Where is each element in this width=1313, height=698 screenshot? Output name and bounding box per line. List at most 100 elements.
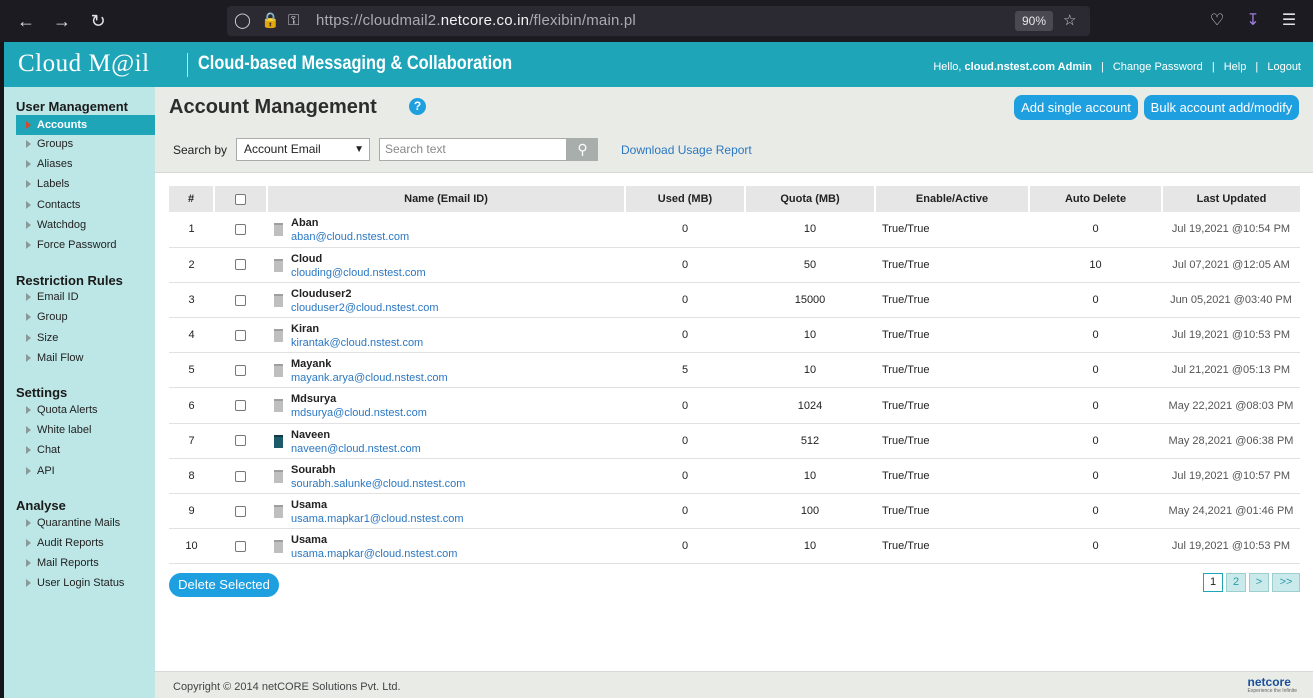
page-1-button[interactable]: 1 (1203, 573, 1223, 592)
sidebar-item-contacts[interactable]: Contacts (16, 195, 155, 215)
row-email[interactable]: mayank.arya@cloud.nstest.com (291, 372, 448, 384)
row-email[interactable]: sourabh.salunke@cloud.nstest.com (291, 478, 465, 490)
sidebar-item-audit-reports[interactable]: Audit Reports (16, 533, 155, 553)
header-num: # (169, 186, 215, 212)
row-name[interactable]: Cloud (291, 253, 322, 265)
sidebar-item-size[interactable]: Size (16, 328, 155, 348)
row-checkbox[interactable] (235, 223, 246, 235)
row-name-cell: Kiran kirantak@cloud.nstest.com (267, 317, 625, 354)
header-last-updated[interactable]: Last Updated (1162, 186, 1300, 212)
row-name[interactable]: Usama (291, 534, 327, 546)
sidebar-item-quota-alerts[interactable]: Quota Alerts (16, 400, 155, 420)
sidebar-item-white-label[interactable]: White label (16, 420, 155, 440)
search-field-select[interactable]: Account Email ▼ (236, 138, 370, 161)
row-name[interactable]: Aban (291, 217, 319, 229)
row-name[interactable]: Naveen (291, 429, 330, 441)
row-email[interactable]: mdsurya@cloud.nstest.com (291, 407, 427, 419)
row-email[interactable]: naveen@cloud.nstest.com (291, 443, 421, 455)
row-last-updated: Jul 07,2021 @12:05 AM (1162, 247, 1300, 283)
address-bar[interactable]: ◯ 🔒 ⚿ https://cloudmail2.netcore.co.in/f… (227, 6, 1090, 36)
add-single-account-button[interactable]: Add single account (1014, 95, 1138, 120)
header-quota[interactable]: Quota (MB) (745, 186, 876, 212)
pocket-icon[interactable]: ♡ (1206, 10, 1228, 32)
next-page-button[interactable]: > (1249, 573, 1269, 592)
accounts-table: # Name (Email ID) Used (MB) Quota (MB) E… (169, 186, 1300, 565)
row-email[interactable]: clouding@cloud.nstest.com (291, 267, 426, 279)
row-name[interactable]: Mdsurya (291, 393, 336, 405)
user-icon (274, 540, 283, 554)
sidebar-item-api[interactable]: API (16, 461, 155, 481)
row-checkbox[interactable] (235, 470, 246, 482)
row-quota: 50 (745, 247, 875, 283)
row-name-cell: Naveen naveen@cloud.nstest.com (267, 423, 625, 459)
sidebar-item-user-login-status[interactable]: User Login Status (16, 573, 155, 593)
row-checkbox[interactable] (235, 435, 246, 447)
bookmark-star-icon[interactable]: ☆ (1063, 11, 1076, 31)
row-used: 0 (625, 423, 745, 459)
arrow-right-icon (26, 313, 31, 321)
row-email[interactable]: usama.mapkar@cloud.nstest.com (291, 548, 457, 560)
sidebar-item-groups[interactable]: Groups (16, 134, 155, 154)
download-usage-report-link[interactable]: Download Usage Report (621, 143, 752, 157)
row-checkbox[interactable] (235, 329, 246, 341)
sidebar-item-email-id[interactable]: Email ID (16, 287, 155, 307)
sidebar-item-force-password[interactable]: Force Password (16, 235, 155, 255)
table-row: 10 Usama usama.mapkar@cloud.nstest.com 0 … (169, 528, 1300, 565)
row-select (214, 352, 267, 389)
download-icon[interactable]: ↧ (1242, 10, 1264, 32)
row-checkbox[interactable] (235, 505, 246, 517)
row-checkbox[interactable] (235, 259, 246, 271)
sidebar-item-aliases[interactable]: Aliases (16, 154, 155, 174)
row-checkbox[interactable] (235, 294, 246, 306)
row-num: 4 (169, 317, 214, 354)
row-name[interactable]: Clouduser2 (291, 288, 352, 300)
arrow-right-icon (26, 180, 31, 188)
sidebar-item-quarantine-mails[interactable]: Quarantine Mails (16, 513, 155, 533)
logout-link[interactable]: Logout (1267, 61, 1301, 73)
reload-icon[interactable]: ↻ (86, 9, 110, 33)
row-checkbox[interactable] (235, 540, 246, 552)
help-link[interactable]: Help (1224, 61, 1247, 73)
last-page-button[interactable]: >> (1272, 573, 1300, 592)
sidebar-item-watchdog[interactable]: Watchdog (16, 215, 155, 235)
table-row: 3 Clouduser2 clouduser2@cloud.nstest.com … (169, 282, 1300, 319)
search-icon[interactable]: ⚲ (567, 138, 598, 161)
select-all-checkbox[interactable] (235, 193, 246, 205)
row-email[interactable]: usama.mapkar1@cloud.nstest.com (291, 513, 464, 525)
header-auto-delete[interactable]: Auto Delete (1029, 186, 1163, 212)
row-email[interactable]: clouduser2@cloud.nstest.com (291, 302, 439, 314)
sidebar-item-group[interactable]: Group (16, 307, 155, 327)
cloudmail-logo[interactable]: Cloud M@il (18, 50, 150, 78)
delete-selected-button[interactable]: Delete Selected (169, 573, 279, 597)
header-enable[interactable]: Enable/Active (875, 186, 1030, 212)
row-name[interactable]: Usama (291, 499, 327, 511)
search-input[interactable]: Search text (379, 138, 567, 161)
row-checkbox[interactable] (235, 364, 246, 376)
sidebar-item-mail-reports[interactable]: Mail Reports (16, 553, 155, 573)
zoom-badge[interactable]: 90% (1015, 11, 1053, 31)
sidebar-item-chat[interactable]: Chat (16, 440, 155, 460)
row-enable: True/True (875, 352, 1029, 389)
header-name[interactable]: Name (Email ID) (267, 186, 626, 212)
arrow-right-icon (26, 121, 31, 129)
row-email[interactable]: aban@cloud.nstest.com (291, 231, 409, 243)
sidebar-item-mail-flow[interactable]: Mail Flow (16, 348, 155, 368)
bulk-account-button[interactable]: Bulk account add/modify (1144, 95, 1299, 120)
row-checkbox[interactable] (235, 400, 246, 412)
row-name[interactable]: Mayank (291, 358, 331, 370)
page-2-button[interactable]: 2 (1226, 573, 1246, 592)
forward-icon[interactable]: → (50, 9, 74, 33)
header-used[interactable]: Used (MB) (625, 186, 746, 212)
change-password-link[interactable]: Change Password (1113, 61, 1203, 73)
row-name[interactable]: Sourabh (291, 464, 336, 476)
row-email[interactable]: kirantak@cloud.nstest.com (291, 337, 423, 349)
row-num: 9 (169, 493, 214, 530)
table-row: 4 Kiran kirantak@cloud.nstest.com 0 10 Tr… (169, 317, 1300, 354)
sidebar-item-labels[interactable]: Labels (16, 174, 155, 194)
menu-icon[interactable]: ☰ (1278, 10, 1300, 32)
sidebar-item-accounts[interactable]: Accounts (16, 115, 155, 135)
row-name[interactable]: Kiran (291, 323, 319, 335)
back-icon[interactable]: ← (14, 9, 38, 33)
title-bar: Account Management ? Add single account … (155, 87, 1313, 127)
help-icon[interactable]: ? (409, 98, 426, 115)
